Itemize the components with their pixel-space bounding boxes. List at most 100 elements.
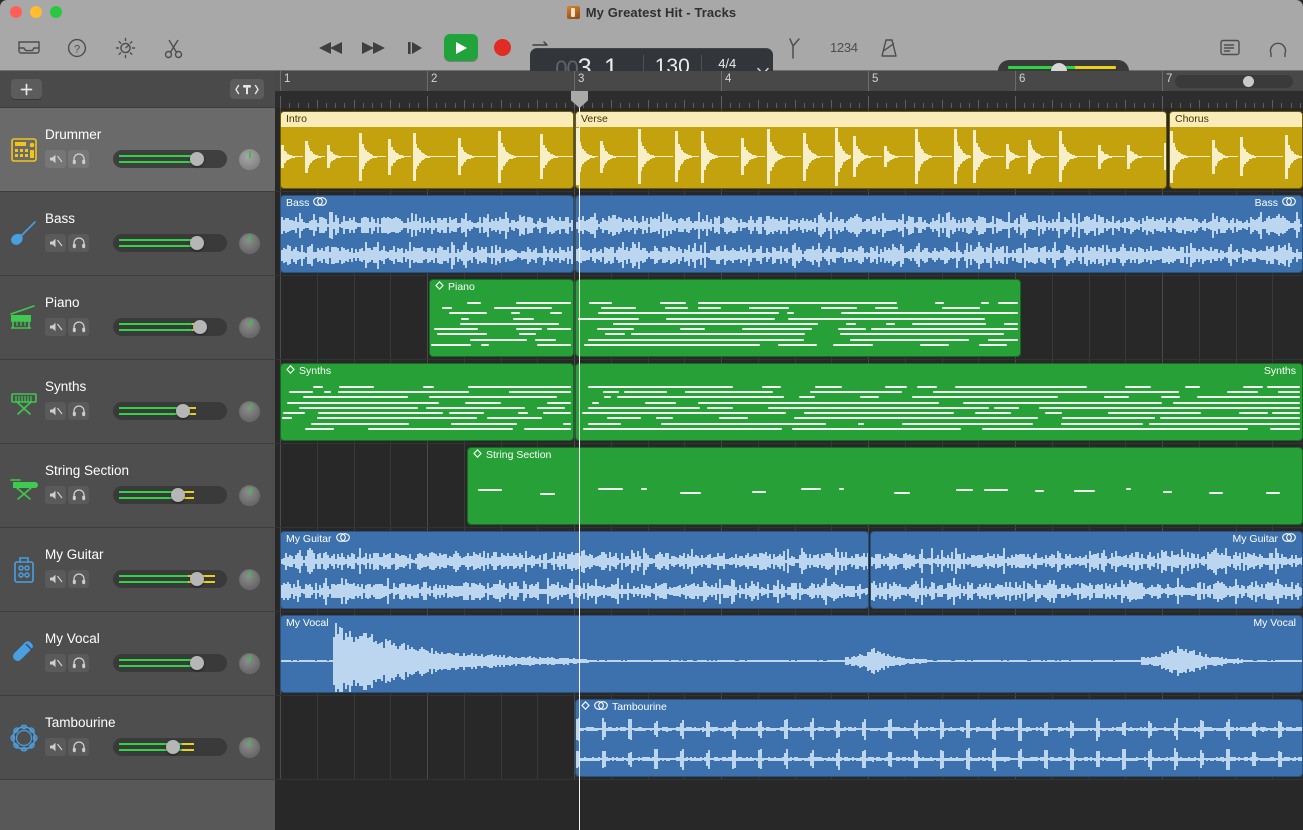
- solo-button[interactable]: [68, 318, 89, 336]
- help-icon[interactable]: ?: [64, 35, 90, 61]
- track-lane-drummer[interactable]: IntroVerseChorus: [275, 108, 1303, 192]
- editors-scissors-icon[interactable]: [160, 35, 186, 61]
- play-button[interactable]: [444, 34, 478, 61]
- mute-button[interactable]: [45, 402, 66, 420]
- track-header-my-guitar[interactable]: My Guitar: [0, 528, 275, 612]
- region-tambourine-14[interactable]: Tambourine: [575, 699, 1303, 777]
- midi-icon: [286, 365, 295, 377]
- pan-knob[interactable]: [239, 233, 260, 254]
- track-lane-my-vocal[interactable]: My VocalMy Vocal: [275, 612, 1303, 696]
- mute-button[interactable]: [45, 234, 66, 252]
- workspace: DrummerBassPianoSynthsString SectionMy G…: [0, 71, 1303, 830]
- count-in-icon[interactable]: 1234: [830, 40, 858, 55]
- region-my-vocal-12[interactable]: My VocalMy Vocal: [280, 615, 1303, 693]
- smart-controls-icon[interactable]: [112, 35, 138, 61]
- tuner-icon[interactable]: [786, 35, 812, 61]
- volume-slider[interactable]: [113, 654, 227, 672]
- ruler-subdivision-tick: [721, 96, 722, 108]
- solo-button[interactable]: [68, 486, 89, 504]
- region-verse-1[interactable]: Verse: [575, 111, 1167, 189]
- ruler-bar-numbers[interactable]: 1234567: [275, 71, 1303, 91]
- region-name-label: My Guitar: [286, 533, 332, 545]
- volume-slider-knob[interactable]: [190, 236, 204, 250]
- mute-button[interactable]: [45, 318, 66, 336]
- record-button[interactable]: [494, 39, 511, 56]
- solo-button[interactable]: [68, 738, 89, 756]
- region-bass-4[interactable]: Bass: [575, 195, 1303, 273]
- solo-button[interactable]: [68, 234, 89, 252]
- pan-knob[interactable]: [237, 399, 262, 424]
- volume-slider[interactable]: [113, 318, 227, 336]
- zoom-slider[interactable]: [1175, 75, 1293, 88]
- empty-track-area[interactable]: [0, 780, 275, 830]
- track-lane-tambourine[interactable]: Tambourine: [275, 696, 1303, 780]
- library-icon[interactable]: [16, 35, 42, 61]
- track-header-bass[interactable]: Bass: [0, 192, 275, 276]
- mute-button[interactable]: [45, 150, 66, 168]
- volume-slider[interactable]: [113, 234, 227, 252]
- ruler[interactable]: 1234567: [275, 71, 1303, 108]
- track-lane-bass[interactable]: BassBass: [275, 192, 1303, 276]
- timeline-empty-area[interactable]: [275, 780, 1303, 830]
- pan-knob[interactable]: [237, 483, 262, 508]
- region-string-section-9[interactable]: String Section: [467, 447, 1303, 525]
- pan-knob[interactable]: [239, 653, 260, 674]
- pan-knob[interactable]: [239, 149, 260, 170]
- volume-slider[interactable]: [113, 150, 227, 168]
- track-header-string-section[interactable]: String Section: [0, 444, 275, 528]
- track-header-drummer[interactable]: Drummer: [0, 108, 275, 192]
- volume-slider-knob[interactable]: [166, 740, 180, 754]
- solo-button[interactable]: [68, 150, 89, 168]
- go-to-beginning-button[interactable]: [402, 35, 428, 61]
- volume-slider-knob[interactable]: [176, 404, 190, 418]
- track-lane-piano[interactable]: Piano: [275, 276, 1303, 360]
- mute-button[interactable]: [45, 738, 66, 756]
- ruler-subdivisions[interactable]: [275, 91, 1303, 108]
- track-controls-button[interactable]: [230, 79, 264, 99]
- volume-slider-knob[interactable]: [171, 488, 185, 502]
- pan-knob[interactable]: [239, 737, 260, 758]
- add-track-button[interactable]: [11, 79, 42, 99]
- midi-icon: [473, 449, 482, 461]
- track-lane-my-guitar[interactable]: My Guitar My Guitar: [275, 528, 1303, 612]
- metronome-icon[interactable]: [876, 35, 902, 61]
- track-lane-string-section[interactable]: String Section: [275, 444, 1303, 528]
- volume-slider-knob[interactable]: [190, 572, 204, 586]
- region-piano-5[interactable]: Piano: [429, 279, 574, 357]
- volume-slider[interactable]: [113, 570, 227, 588]
- track-header-piano[interactable]: Piano: [0, 276, 275, 360]
- pan-knob[interactable]: [237, 315, 262, 340]
- forward-button[interactable]: [360, 35, 386, 61]
- mute-button[interactable]: [45, 570, 66, 588]
- volume-slider-knob[interactable]: [193, 320, 207, 334]
- notes-icon[interactable]: [1217, 35, 1243, 61]
- solo-button[interactable]: [68, 402, 89, 420]
- volume-slider-knob[interactable]: [190, 656, 204, 670]
- rewind-button[interactable]: [318, 35, 344, 61]
- region-chorus-2[interactable]: Chorus: [1169, 111, 1303, 189]
- region-intro-0[interactable]: Intro: [280, 111, 574, 189]
- loop-browser-icon[interactable]: [1265, 35, 1291, 61]
- region-synths-7[interactable]: Synths: [280, 363, 574, 441]
- region-my-guitar-10[interactable]: My Guitar: [280, 531, 869, 609]
- mute-button[interactable]: [45, 654, 66, 672]
- track-name-label: My Vocal: [45, 631, 100, 646]
- mute-button[interactable]: [45, 486, 66, 504]
- solo-button[interactable]: [68, 654, 89, 672]
- volume-slider-knob[interactable]: [190, 152, 204, 166]
- track-header-synths[interactable]: Synths: [0, 360, 275, 444]
- zoom-slider-knob[interactable]: [1243, 76, 1254, 87]
- track-lane-synths[interactable]: SynthsSynths: [275, 360, 1303, 444]
- solo-button[interactable]: [68, 570, 89, 588]
- track-level-meter: [119, 239, 221, 247]
- track-header-my-vocal[interactable]: My Vocal: [0, 612, 275, 696]
- track-header-tambourine[interactable]: Tambourine: [0, 696, 275, 780]
- region-my-guitar-11[interactable]: My Guitar: [870, 531, 1303, 609]
- volume-slider[interactable]: [113, 486, 227, 504]
- region-bass-3[interactable]: Bass: [280, 195, 574, 273]
- region-untitled-6[interactable]: [575, 279, 1021, 357]
- volume-slider[interactable]: [113, 738, 227, 756]
- volume-slider[interactable]: [113, 402, 227, 420]
- region-synths-8[interactable]: Synths: [575, 363, 1303, 441]
- pan-knob[interactable]: [239, 569, 260, 590]
